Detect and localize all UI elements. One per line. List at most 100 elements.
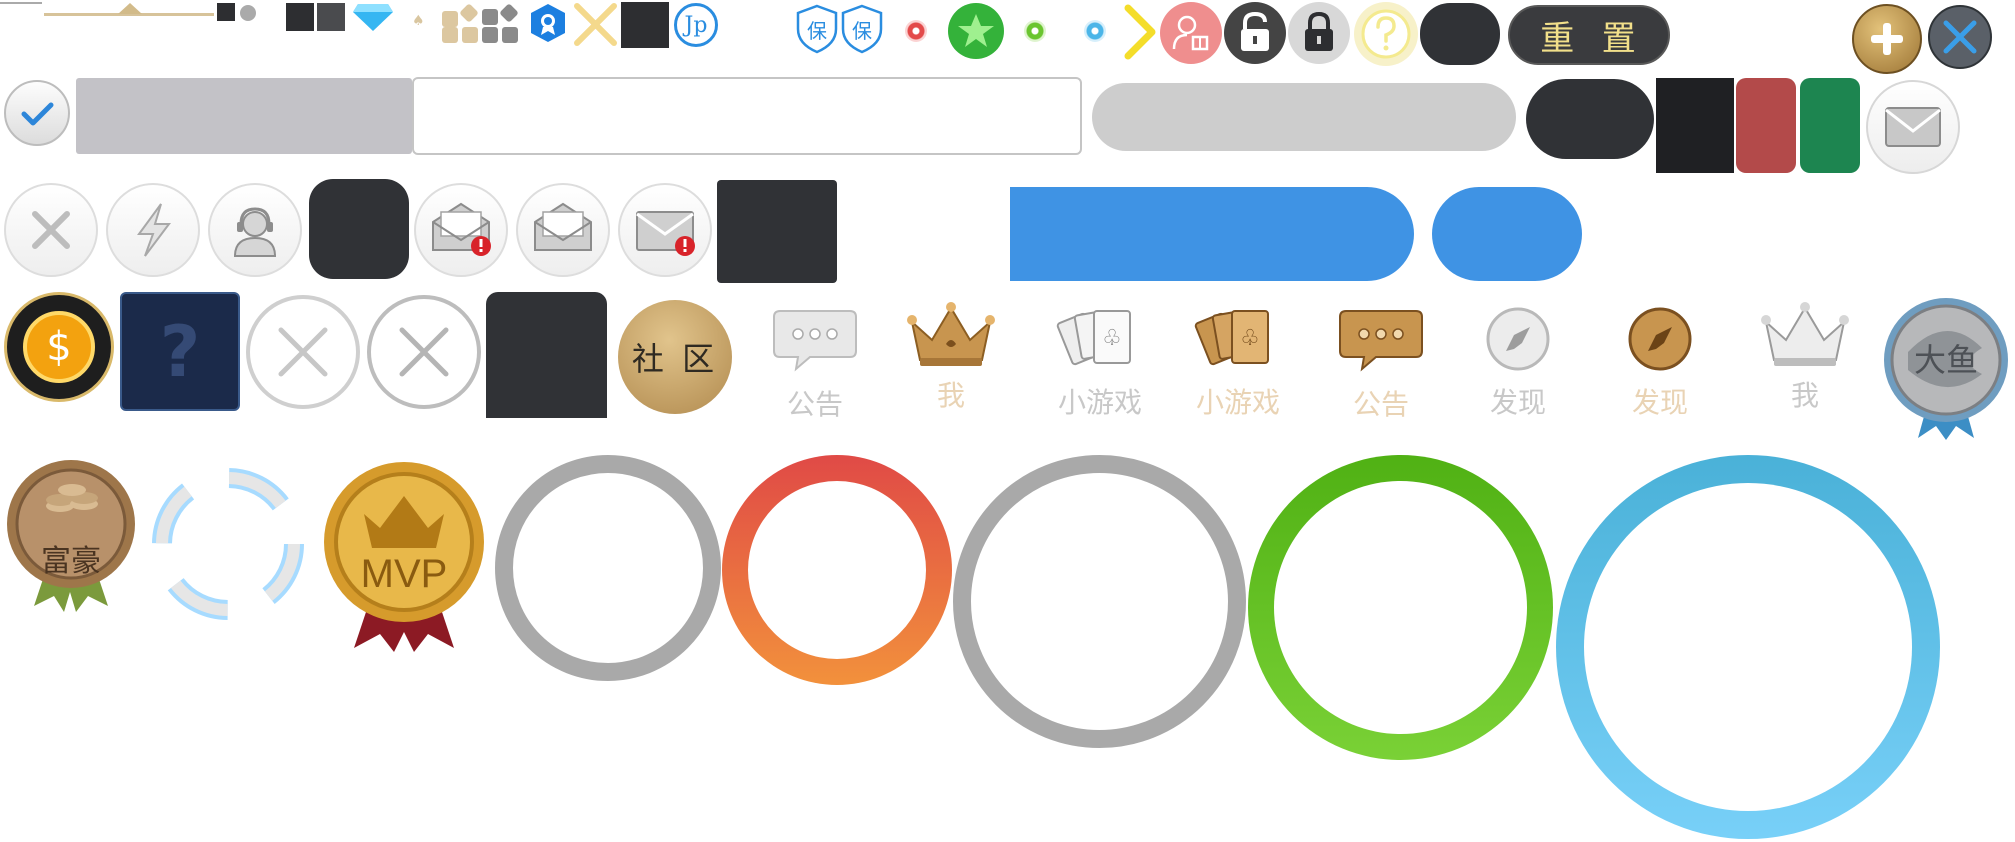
cards-icon: ♧ [1056,310,1131,366]
bao-label-2: 保 [852,18,872,43]
tiny-square-icon [217,3,235,21]
close-circle-icon[interactable] [4,183,98,277]
tiny-dot-icon [240,5,256,21]
dark-pill-button[interactable] [1420,3,1500,65]
tab-announcement-gray[interactable]: 公告 [770,305,860,425]
tab-me-gray[interactable]: 我 [1760,300,1850,420]
tab-label: 我 [936,379,965,412]
user-gift-icon[interactable] [1160,2,1222,64]
red-dot-icon [905,20,927,42]
lightning-icon[interactable] [106,183,200,277]
coin-icon[interactable]: $ [4,292,114,402]
green-swatch [1800,78,1860,173]
help-icon[interactable] [1354,2,1418,66]
tab-label: 发现 [1631,386,1688,419]
cards-icon: ♧ [1194,310,1269,366]
star-green-icon[interactable] [948,3,1004,59]
bao-label-1: 保 [807,18,827,43]
blue-ring [1556,455,1940,839]
blue-wide-button[interactable] [1010,187,1414,281]
tab-label: 公告 [786,388,843,421]
community-label: 社 区 [631,340,719,378]
blue-button[interactable] [1432,187,1582,281]
gradient-ring [722,455,952,685]
tab-label: 发现 [1489,386,1546,419]
rich-label: 富豪 [41,544,101,579]
rich-badge: 富豪 [4,456,138,612]
tab-label: 我 [1790,379,1819,412]
badge-ribbon-icon [528,3,568,43]
gray-input-box[interactable] [76,78,412,154]
unlock-icon[interactable] [1224,2,1286,64]
svg-text:♧: ♧ [1240,326,1260,351]
gray-pill-input[interactable] [1092,83,1516,151]
reset-button[interactable]: 重 置 [1508,5,1670,65]
tab-announcement-gold[interactable]: 公告 [1336,305,1426,425]
checkbox-checked-icon[interactable] [4,80,70,146]
gradient-ring-inner [748,481,926,659]
big-fish-badge: 大鱼 [1878,292,2014,440]
spade-icon: ♠ [412,13,425,29]
dark-pill-button-2[interactable] [1526,79,1654,159]
tab-label: 小游戏 [1057,386,1142,419]
chevron-right-icon[interactable] [1122,4,1158,60]
mail-open-icon[interactable] [516,183,610,277]
loading-spinner-icon [146,462,310,626]
community-button[interactable]: 社 区 [618,300,732,414]
square-icon-a [286,3,314,31]
close-blue-icon[interactable] [1928,5,1992,69]
shield-bao-icon-1[interactable]: 保 [795,4,839,54]
svg-text:$: $ [46,324,71,370]
mail-button-icon[interactable] [1866,80,1960,174]
tab-label: 公告 [1352,388,1409,421]
compass-icon [1486,307,1550,371]
close-ring-icon-2[interactable] [367,295,481,409]
tab-discover-gold[interactable]: 发现 [1620,305,1700,425]
slider-thumb-icon[interactable] [118,3,142,14]
big-fish-label: 大鱼 [1913,341,1978,379]
dark-rounded-square[interactable] [309,179,409,279]
mvp-label: MVP [360,551,448,596]
cross-gold-icon[interactable] [573,2,618,47]
tab-label: 小游戏 [1195,386,1280,419]
crown-icon [1761,302,1849,366]
tab-discover-gray[interactable]: 发现 [1478,305,1558,425]
crown-icon [907,302,995,366]
red-swatch [1736,78,1796,173]
svg-text:♧: ♧ [1102,326,1122,351]
tile-grid-icon [440,3,520,43]
shield-bao-icon-2[interactable]: 保 [840,4,884,54]
square-icon-b [317,3,345,31]
reset-label: 重 置 [1540,18,1638,59]
tab-me-gold[interactable]: 我 [906,300,996,420]
chat-bubble-icon [773,310,857,372]
jp-label: Jp [684,12,708,38]
mail-alert-icon-2[interactable] [618,183,712,277]
compass-icon [1628,307,1692,371]
jp-icon[interactable]: Jp [674,3,718,47]
question-mark: ? [159,310,201,393]
diamond-icon [352,2,394,32]
mail-alert-icon[interactable] [414,183,508,277]
add-gold-icon[interactable] [1852,4,1922,74]
text-input-box[interactable] [412,77,1082,155]
tab-minigame-gold[interactable]: ♧ 小游戏 [1188,305,1288,425]
tab-minigame-gray[interactable]: ♧ 小游戏 [1050,305,1150,425]
question-icon[interactable]: ? [120,292,240,411]
gray-ring [495,455,721,681]
blue-dot-icon [1084,20,1106,42]
chat-bubble-icon [1339,310,1423,372]
close-ring-icon[interactable] [246,295,360,409]
customer-service-icon[interactable] [208,183,302,277]
dark-square-block [717,180,837,283]
mvp-badge: MVP [318,456,490,652]
slider-track-thin [0,2,42,4]
gray-ring-large [953,455,1246,748]
blue-ring-inner [1584,483,1912,811]
green-dot-icon [1024,20,1046,42]
black-swatch [1656,78,1734,173]
green-ring [1248,455,1553,760]
green-ring-inner [1274,481,1527,734]
dark-square-icon [621,2,669,48]
lock-icon[interactable] [1288,2,1350,64]
